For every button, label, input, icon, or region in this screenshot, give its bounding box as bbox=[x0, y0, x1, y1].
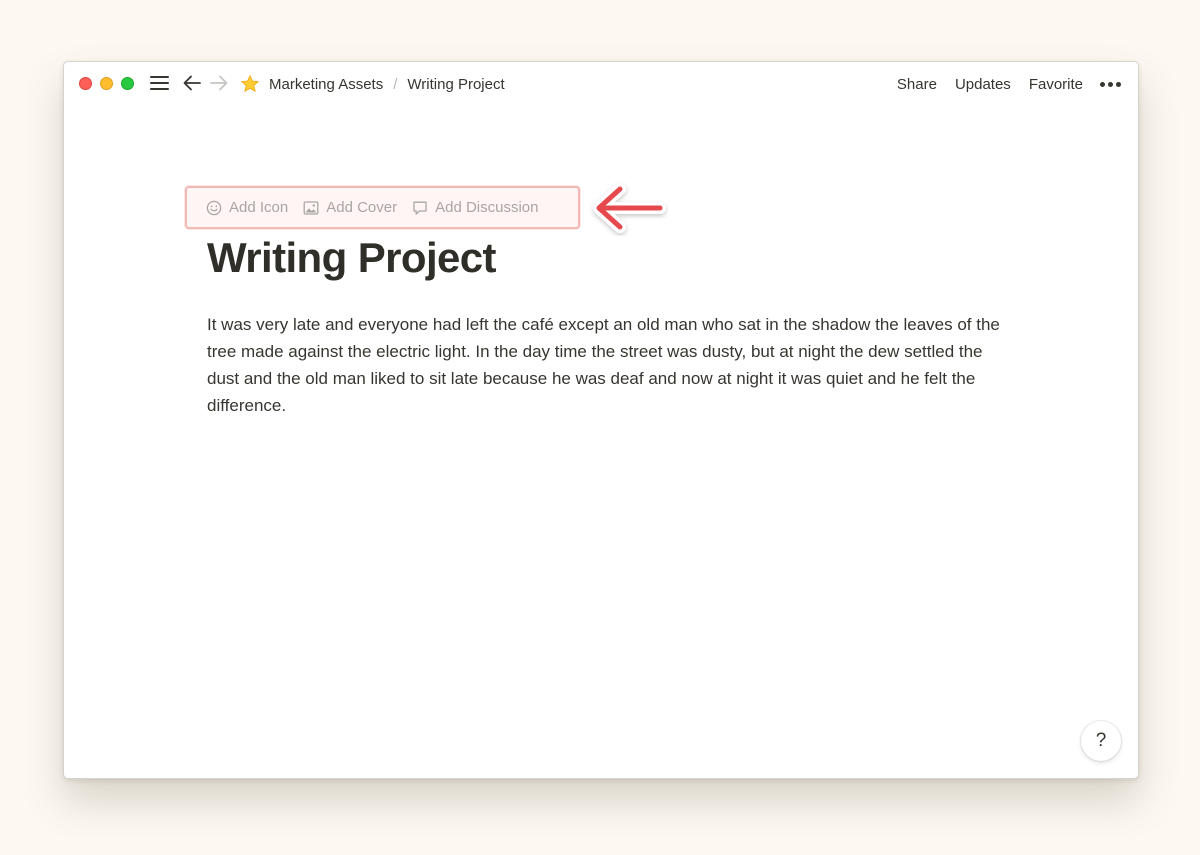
breadcrumb-item-marketing-assets[interactable]: Marketing Assets bbox=[269, 76, 383, 93]
sidebar-menu-icon[interactable] bbox=[148, 72, 170, 94]
breadcrumb-separator: / bbox=[393, 75, 398, 93]
page-controls-highlight: Add Icon Add Cover Add Discussion bbox=[185, 186, 580, 229]
add-cover-label: Add Cover bbox=[326, 199, 398, 216]
callout-arrow-icon bbox=[593, 183, 666, 233]
help-label: ? bbox=[1095, 730, 1107, 751]
help-button[interactable]: ? bbox=[1081, 721, 1121, 761]
back-arrow-icon[interactable] bbox=[181, 72, 203, 94]
maximize-window-button[interactable] bbox=[121, 77, 134, 90]
updates-button[interactable]: Updates bbox=[955, 76, 1011, 93]
share-button[interactable]: Share bbox=[897, 76, 937, 93]
forward-arrow-icon[interactable] bbox=[208, 72, 230, 94]
add-icon-label: Add Icon bbox=[229, 199, 289, 216]
top-actions: Share Updates Favorite bbox=[879, 74, 1121, 94]
breadcrumb-item-writing-project[interactable]: Writing Project bbox=[407, 76, 504, 93]
smiley-icon bbox=[206, 200, 222, 215]
close-window-button[interactable] bbox=[79, 77, 92, 90]
ellipsis-icon[interactable] bbox=[1100, 81, 1121, 87]
app-window: Marketing Assets / Writing Project Share… bbox=[63, 61, 1139, 779]
add-cover-button[interactable]: Add Cover bbox=[303, 199, 397, 216]
page-body-text[interactable]: It was very late and everyone had left t… bbox=[207, 311, 1007, 419]
comment-icon bbox=[413, 201, 427, 215]
favorite-button[interactable]: Favorite bbox=[1029, 76, 1083, 93]
star-icon bbox=[240, 74, 260, 94]
page-title[interactable]: Writing Project bbox=[207, 230, 497, 286]
title-bar: Marketing Assets / Writing Project Share… bbox=[64, 62, 1138, 106]
add-icon-button[interactable]: Add Icon bbox=[206, 199, 288, 216]
add-discussion-label: Add Discussion bbox=[435, 199, 539, 216]
breadcrumb: Marketing Assets / Writing Project bbox=[240, 74, 505, 94]
image-icon bbox=[303, 200, 319, 215]
minimize-window-button[interactable] bbox=[100, 77, 113, 90]
add-discussion-button[interactable]: Add Discussion bbox=[412, 199, 538, 216]
